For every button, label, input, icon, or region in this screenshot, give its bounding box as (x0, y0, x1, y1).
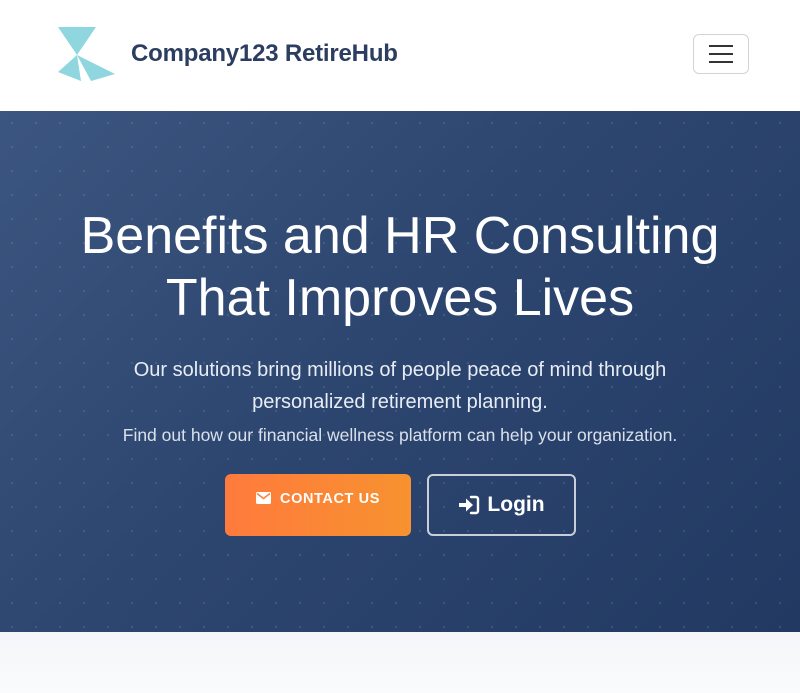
hero-sub-text: Find out how our financial wellness plat… (122, 425, 678, 445)
pinwheel-logo-icon (58, 27, 115, 81)
login-button[interactable]: Login (427, 474, 576, 536)
hero-section: Benefits and HR Consulting That Improves… (0, 111, 800, 632)
content-section (0, 632, 800, 693)
sign-in-icon (459, 495, 480, 515)
login-label: Login (487, 493, 545, 516)
envelope-icon (256, 492, 271, 504)
hero-title-line2: That Improves Lives (165, 269, 635, 327)
brand-name: Company123 RetireHub (131, 40, 398, 67)
hero-lead-text: Our solutions bring millions of people p… (133, 359, 667, 413)
contact-us-label: CONTACT US (280, 491, 380, 507)
menu-toggle-button[interactable] (693, 34, 749, 74)
hero-title: Benefits and HR Consulting That Improves… (0, 205, 800, 329)
brand-link[interactable]: Company123 RetireHub (57, 25, 398, 83)
contact-us-button[interactable]: CONTACT US (225, 474, 411, 536)
hamburger-menu-icon (709, 45, 733, 63)
top-navbar: Company123 RetireHub (0, 0, 800, 111)
hero-title-line1: Benefits and HR Consulting (80, 207, 720, 265)
